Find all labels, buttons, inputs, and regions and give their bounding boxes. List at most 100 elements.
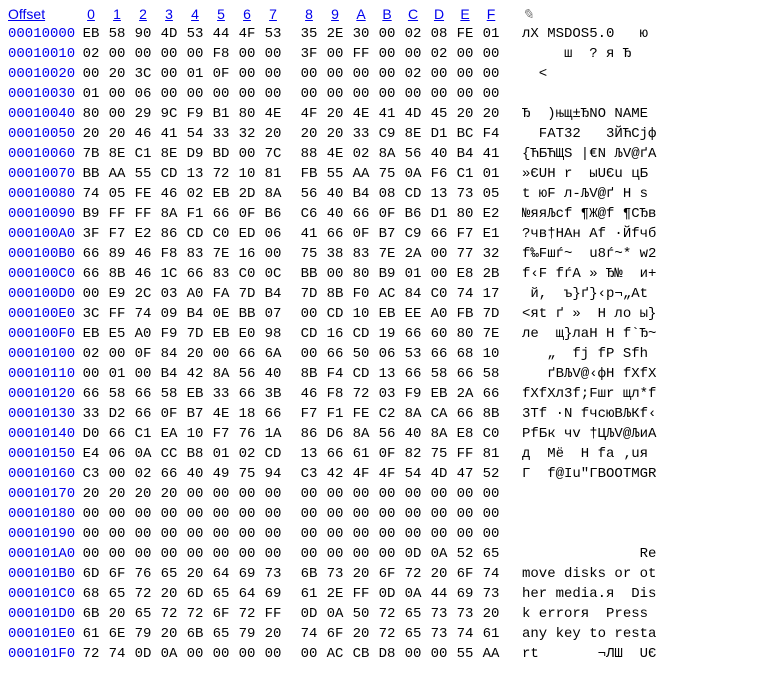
hex-byte[interactable]: 58 bbox=[104, 24, 130, 44]
hex-byte[interactable]: 20 bbox=[478, 104, 504, 124]
offset-cell[interactable]: 00010040 bbox=[6, 104, 78, 124]
hex-byte[interactable]: 66 bbox=[400, 324, 426, 344]
hex-byte[interactable]: 0C bbox=[260, 264, 286, 284]
ascii-cell[interactable] bbox=[504, 484, 762, 504]
hex-byte[interactable]: 00 bbox=[260, 644, 286, 664]
hex-byte[interactable]: 74 bbox=[452, 624, 478, 644]
offset-cell[interactable]: 00010150 bbox=[6, 444, 78, 464]
hex-byte[interactable]: 00 bbox=[426, 84, 452, 104]
hex-byte[interactable]: 3B bbox=[260, 384, 286, 404]
hex-byte[interactable]: FB bbox=[296, 164, 322, 184]
hex-byte[interactable]: 61 bbox=[478, 624, 504, 644]
hex-byte[interactable]: 4F bbox=[374, 464, 400, 484]
hex-byte[interactable]: EB bbox=[208, 324, 234, 344]
ascii-cell[interactable]: rt ¬ЛШ UЄ bbox=[504, 644, 762, 664]
hex-byte[interactable]: 66 bbox=[322, 344, 348, 364]
hex-byte[interactable]: 0D bbox=[400, 544, 426, 564]
hex-byte[interactable]: 09 bbox=[156, 304, 182, 324]
hex-byte[interactable]: 00 bbox=[260, 484, 286, 504]
hex-byte[interactable]: 81 bbox=[478, 444, 504, 464]
hex-byte[interactable]: 6B bbox=[182, 624, 208, 644]
hex-byte[interactable]: 6B bbox=[78, 604, 104, 624]
hex-byte[interactable]: 20 bbox=[296, 124, 322, 144]
ascii-cell[interactable]: f‰Fшѓ~ u8ѓ~* w2 bbox=[504, 244, 762, 264]
offset-column-header[interactable]: Offset bbox=[6, 4, 78, 24]
hex-byte[interactable]: 00 bbox=[374, 84, 400, 104]
hex-byte[interactable]: 02 bbox=[400, 24, 426, 44]
hex-byte[interactable]: E8 bbox=[452, 264, 478, 284]
hex-byte[interactable]: CD bbox=[348, 364, 374, 384]
hex-byte[interactable]: 66 bbox=[452, 364, 478, 384]
hex-byte[interactable]: F7 bbox=[452, 224, 478, 244]
hex-byte[interactable]: 50 bbox=[348, 604, 374, 624]
hex-byte[interactable]: 02 bbox=[400, 64, 426, 84]
hex-byte[interactable]: 33 bbox=[208, 124, 234, 144]
hex-byte[interactable]: 55 bbox=[452, 644, 478, 664]
hex-byte[interactable]: 00 bbox=[374, 64, 400, 84]
hex-byte[interactable]: 80 bbox=[452, 324, 478, 344]
ascii-column-header[interactable]: ✎ bbox=[504, 4, 762, 24]
hex-byte[interactable]: 20 bbox=[452, 104, 478, 124]
hex-byte[interactable]: EB bbox=[208, 184, 234, 204]
hex-byte[interactable]: FE bbox=[130, 184, 156, 204]
hex-byte[interactable]: 00 bbox=[104, 524, 130, 544]
hex-byte[interactable]: 00 bbox=[104, 464, 130, 484]
hex-byte[interactable]: 55 bbox=[130, 164, 156, 184]
hex-byte[interactable]: 00 bbox=[322, 84, 348, 104]
hex-byte[interactable]: CD bbox=[260, 444, 286, 464]
hex-byte[interactable]: 46 bbox=[296, 384, 322, 404]
hex-byte[interactable]: 00 bbox=[478, 84, 504, 104]
hex-byte[interactable]: FF bbox=[104, 304, 130, 324]
hex-byte[interactable]: 10 bbox=[234, 164, 260, 184]
hex-byte[interactable]: 0A bbox=[400, 584, 426, 604]
offset-cell[interactable]: 00010070 bbox=[6, 164, 78, 184]
hex-byte[interactable]: 1C bbox=[156, 264, 182, 284]
hex-byte[interactable]: E2 bbox=[130, 224, 156, 244]
hex-byte[interactable]: 00 bbox=[348, 504, 374, 524]
hex-byte[interactable]: 00 bbox=[296, 84, 322, 104]
hex-byte[interactable]: 6D bbox=[78, 564, 104, 584]
hex-byte[interactable]: 06 bbox=[130, 84, 156, 104]
hex-byte[interactable]: 00 bbox=[104, 504, 130, 524]
ascii-cell[interactable]: Re bbox=[504, 544, 762, 564]
hex-byte[interactable]: EB bbox=[426, 384, 452, 404]
hex-byte[interactable]: BB bbox=[296, 264, 322, 284]
hex-byte[interactable]: 00 bbox=[182, 504, 208, 524]
hex-byte[interactable]: ED bbox=[234, 224, 260, 244]
hex-byte[interactable]: D1 bbox=[426, 124, 452, 144]
hex-byte[interactable]: 00 bbox=[208, 544, 234, 564]
offset-cell[interactable]: 00010010 bbox=[6, 44, 78, 64]
hex-byte[interactable]: 20 bbox=[104, 484, 130, 504]
hex-byte[interactable]: 8B bbox=[478, 404, 504, 424]
hex-byte[interactable]: 00 bbox=[296, 344, 322, 364]
hex-byte[interactable]: 66 bbox=[130, 404, 156, 424]
hex-byte[interactable]: 20 bbox=[104, 604, 130, 624]
ascii-cell[interactable]: РfБк чv †ЦЉV@ЉиА bbox=[504, 424, 762, 444]
hex-byte[interactable]: 73 bbox=[426, 604, 452, 624]
hex-byte[interactable]: 00 bbox=[296, 544, 322, 564]
hex-byte[interactable]: 6D bbox=[182, 584, 208, 604]
hex-byte[interactable]: E8 bbox=[452, 424, 478, 444]
hex-byte[interactable]: 02 bbox=[348, 144, 374, 164]
ascii-cell[interactable]: {ЋБЋЩЅ |€N ЉV@ґA bbox=[504, 144, 762, 164]
hex-byte[interactable]: 16 bbox=[234, 244, 260, 264]
hex-column-header-1[interactable]: 1 bbox=[104, 4, 130, 24]
hex-byte[interactable]: 40 bbox=[400, 424, 426, 444]
hex-byte[interactable]: EB bbox=[78, 24, 104, 44]
hex-byte[interactable]: 52 bbox=[452, 544, 478, 564]
offset-cell[interactable]: 00010180 bbox=[6, 504, 78, 524]
ascii-cell[interactable]: k errorя Press bbox=[504, 604, 762, 624]
hex-byte[interactable]: 00 bbox=[156, 64, 182, 84]
offset-cell[interactable]: 000100B0 bbox=[6, 244, 78, 264]
hex-byte[interactable]: 2B bbox=[478, 264, 504, 284]
hex-byte[interactable]: 86 bbox=[156, 224, 182, 244]
hex-byte[interactable]: 33 bbox=[348, 124, 374, 144]
hex-byte[interactable]: 6A bbox=[260, 344, 286, 364]
hex-byte[interactable]: 49 bbox=[208, 464, 234, 484]
offset-cell[interactable]: 00010030 bbox=[6, 84, 78, 104]
hex-byte[interactable]: 00 bbox=[156, 544, 182, 564]
hex-byte[interactable]: 0F bbox=[348, 224, 374, 244]
hex-byte[interactable]: 58 bbox=[426, 364, 452, 384]
hex-byte[interactable]: 6F bbox=[208, 604, 234, 624]
hex-byte[interactable]: 0A bbox=[156, 644, 182, 664]
